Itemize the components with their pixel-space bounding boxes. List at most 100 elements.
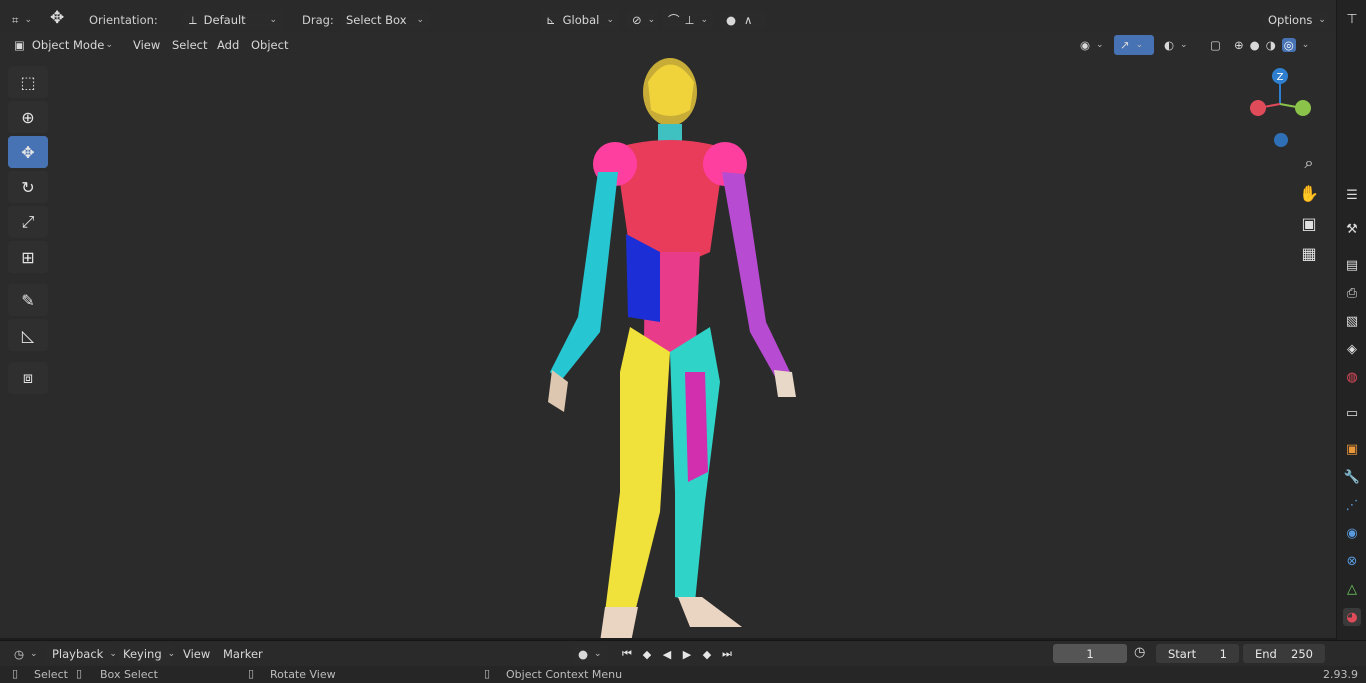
- zoom-icon[interactable]: ⌕: [1296, 150, 1322, 176]
- view-layer-icon[interactable]: ▧: [1343, 312, 1361, 330]
- tool-properties-icon[interactable]: ⚒: [1343, 220, 1361, 238]
- status-box-select: Box Select: [100, 668, 158, 681]
- timeline-menu-keying[interactable]: Keying ⌄: [117, 644, 176, 664]
- editor-type-button[interactable]: ⌗ ⌄: [6, 10, 40, 30]
- prev-keyframe-icon[interactable]: ◆: [638, 645, 656, 663]
- rotate-tool-icon[interactable]: ↻: [8, 171, 48, 203]
- timeline-menu-marker[interactable]: Marker: [217, 644, 269, 664]
- drag-dropdown[interactable]: Select Box ⌄: [340, 10, 430, 30]
- gizmo-toggle[interactable]: ↗ ⌄: [1114, 35, 1154, 55]
- chevron-down-icon: ⌄: [167, 649, 176, 659]
- start-frame-field[interactable]: Start 1: [1156, 644, 1239, 663]
- current-frame-field[interactable]: 1: [1053, 644, 1127, 663]
- snap-dropdown[interactable]: ⌒ ⊥ ⌄: [662, 10, 714, 30]
- outliner-toggle-icon[interactable]: ⊤: [1343, 10, 1361, 28]
- next-keyframe-icon[interactable]: ◆: [698, 645, 716, 663]
- solid-shading-icon[interactable]: ●: [1250, 38, 1260, 52]
- 3d-viewport[interactable]: Z ⌕ ✋ ▣ ▦: [0, 32, 1336, 638]
- menu-select[interactable]: Select: [166, 35, 214, 55]
- end-frame-field[interactable]: End 250: [1243, 644, 1325, 663]
- constraints-properties-icon[interactable]: ⊗: [1343, 552, 1361, 570]
- falloff-icon: ∧: [744, 13, 753, 27]
- output-properties-icon[interactable]: ⎙: [1343, 284, 1361, 302]
- model-leg-right: [605, 327, 670, 612]
- viewport-header: ▣ Object Mode ⌄ View Select Add Object ◉…: [0, 32, 1366, 58]
- scene-properties-icon[interactable]: ◈: [1343, 340, 1361, 358]
- timeline-editor-type-button[interactable]: ◷ ⌄: [8, 644, 42, 664]
- move-tool-icon[interactable]: ✥: [8, 136, 48, 168]
- menu-add[interactable]: Add: [211, 35, 246, 55]
- data-properties-icon[interactable]: △: [1343, 580, 1361, 598]
- gizmo-neg-z-axis[interactable]: [1274, 133, 1288, 147]
- modifier-properties-icon[interactable]: 🔧: [1343, 468, 1361, 486]
- menu-view[interactable]: View: [127, 35, 167, 55]
- gizmo-y-axis[interactable]: [1295, 100, 1311, 116]
- pan-hand-icon[interactable]: ✋: [1296, 180, 1322, 206]
- mode-value: Object Mode: [31, 38, 105, 52]
- material-properties-icon[interactable]: ◕: [1343, 608, 1361, 626]
- orientation-icon: ⟂: [189, 12, 197, 27]
- navigation-gizmo[interactable]: Z: [1244, 68, 1320, 148]
- xray-toggle[interactable]: ▢: [1204, 35, 1224, 55]
- timeline-menu-playback[interactable]: Playback ⌄: [46, 644, 117, 664]
- particles-properties-icon[interactable]: ⋰: [1343, 496, 1361, 514]
- grid-icon: ⌗: [12, 12, 19, 27]
- grid-view-icon[interactable]: ▦: [1296, 240, 1322, 266]
- snap-target-icon: ⊥: [684, 13, 695, 27]
- annotate-tool-icon[interactable]: ✎: [8, 284, 48, 316]
- anatomy-model[interactable]: [520, 52, 820, 638]
- object-mode-icon: ▣: [14, 38, 25, 52]
- chevron-down-icon: ⌄: [105, 40, 113, 50]
- visibility-dropdown[interactable]: ◉ ⌄: [1074, 35, 1110, 55]
- properties-editor-icon[interactable]: ☰: [1343, 186, 1361, 204]
- play-reverse-icon[interactable]: ◀: [658, 645, 676, 663]
- transform-tool-icon[interactable]: ⊞: [8, 241, 48, 273]
- end-label: End: [1255, 646, 1277, 661]
- proportional-edit-dropdown[interactable]: ● ∧: [720, 10, 766, 30]
- model-hand-left: [774, 370, 796, 397]
- properties-strip: ⊤ ☰ ⚒ ▤ ⎙ ▧ ◈ ◍ ▭ ▣ 🔧 ⋰ ◉ ⊗ △ ◕: [1336, 0, 1366, 640]
- pivot-point-dropdown[interactable]: ⊘ ⌄: [626, 10, 658, 30]
- rendered-shading-icon[interactable]: ◎: [1281, 38, 1296, 52]
- keying-label: Keying: [123, 647, 162, 661]
- select-box-tool-icon[interactable]: ⬚: [8, 66, 48, 98]
- gizmo-icon: ↗: [1120, 38, 1130, 52]
- scale-tool-icon[interactable]: ⤢: [8, 206, 48, 238]
- jump-start-icon[interactable]: ⏮: [618, 645, 636, 663]
- chevron-down-icon: ⌄: [269, 15, 277, 25]
- shading-switcher[interactable]: ⊕ ● ◑ ◎ ⌄: [1228, 35, 1326, 55]
- wireframe-shading-icon[interactable]: ⊕: [1234, 38, 1244, 52]
- timeline-header: ◷ ⌄ Playback ⌄ Keying ⌄ View Marker ● ⌄ ⏮ ◆ …: [0, 640, 1366, 666]
- render-properties-icon[interactable]: ▤: [1343, 256, 1361, 274]
- physics-properties-icon[interactable]: ◉: [1343, 524, 1361, 542]
- start-label: Start: [1168, 646, 1197, 661]
- orientation-label: Orientation:: [89, 13, 158, 27]
- collection-properties-icon[interactable]: ▭: [1343, 404, 1361, 422]
- auto-keying-toggle[interactable]: ● ⌄: [572, 644, 608, 664]
- jump-end-icon[interactable]: ⏭: [718, 645, 736, 663]
- version-label: 2.93.9: [1323, 668, 1358, 681]
- play-icon[interactable]: ▶: [678, 645, 696, 663]
- menu-object[interactable]: Object: [245, 35, 295, 55]
- measure-tool-icon[interactable]: ◺: [8, 319, 48, 351]
- orientation-dropdown[interactable]: ⟂ Default ⌄: [183, 10, 283, 30]
- mode-dropdown[interactable]: ▣ Object Mode ⌄: [8, 35, 119, 55]
- mouse-middle-icon: ▯: [248, 667, 255, 680]
- object-properties-icon[interactable]: ▣: [1343, 440, 1361, 458]
- preview-range-icon[interactable]: ◷: [1134, 645, 1145, 660]
- cursor-tool-icon[interactable]: ⊕: [8, 101, 48, 133]
- mouse-right-icon: ▯: [484, 667, 491, 680]
- material-shading-icon[interactable]: ◑: [1266, 38, 1276, 52]
- status-select: Select: [34, 668, 68, 681]
- chevron-down-icon: ⌄: [594, 649, 602, 659]
- gizmo-x-axis[interactable]: [1250, 100, 1266, 116]
- world-properties-icon[interactable]: ◍: [1343, 368, 1361, 386]
- camera-icon[interactable]: ▣: [1296, 210, 1322, 236]
- transform-orientation-dropdown[interactable]: ⊾ Global ⌄: [540, 10, 620, 30]
- move-tool-icon[interactable]: ✥: [50, 8, 74, 32]
- timeline-menu-view[interactable]: View: [177, 644, 216, 664]
- add-cube-tool-icon[interactable]: ⧈: [8, 362, 48, 394]
- playback-label: Playback: [52, 647, 104, 661]
- options-dropdown[interactable]: Options ⌄: [1262, 10, 1328, 30]
- overlays-dropdown[interactable]: ◐ ⌄: [1158, 35, 1200, 55]
